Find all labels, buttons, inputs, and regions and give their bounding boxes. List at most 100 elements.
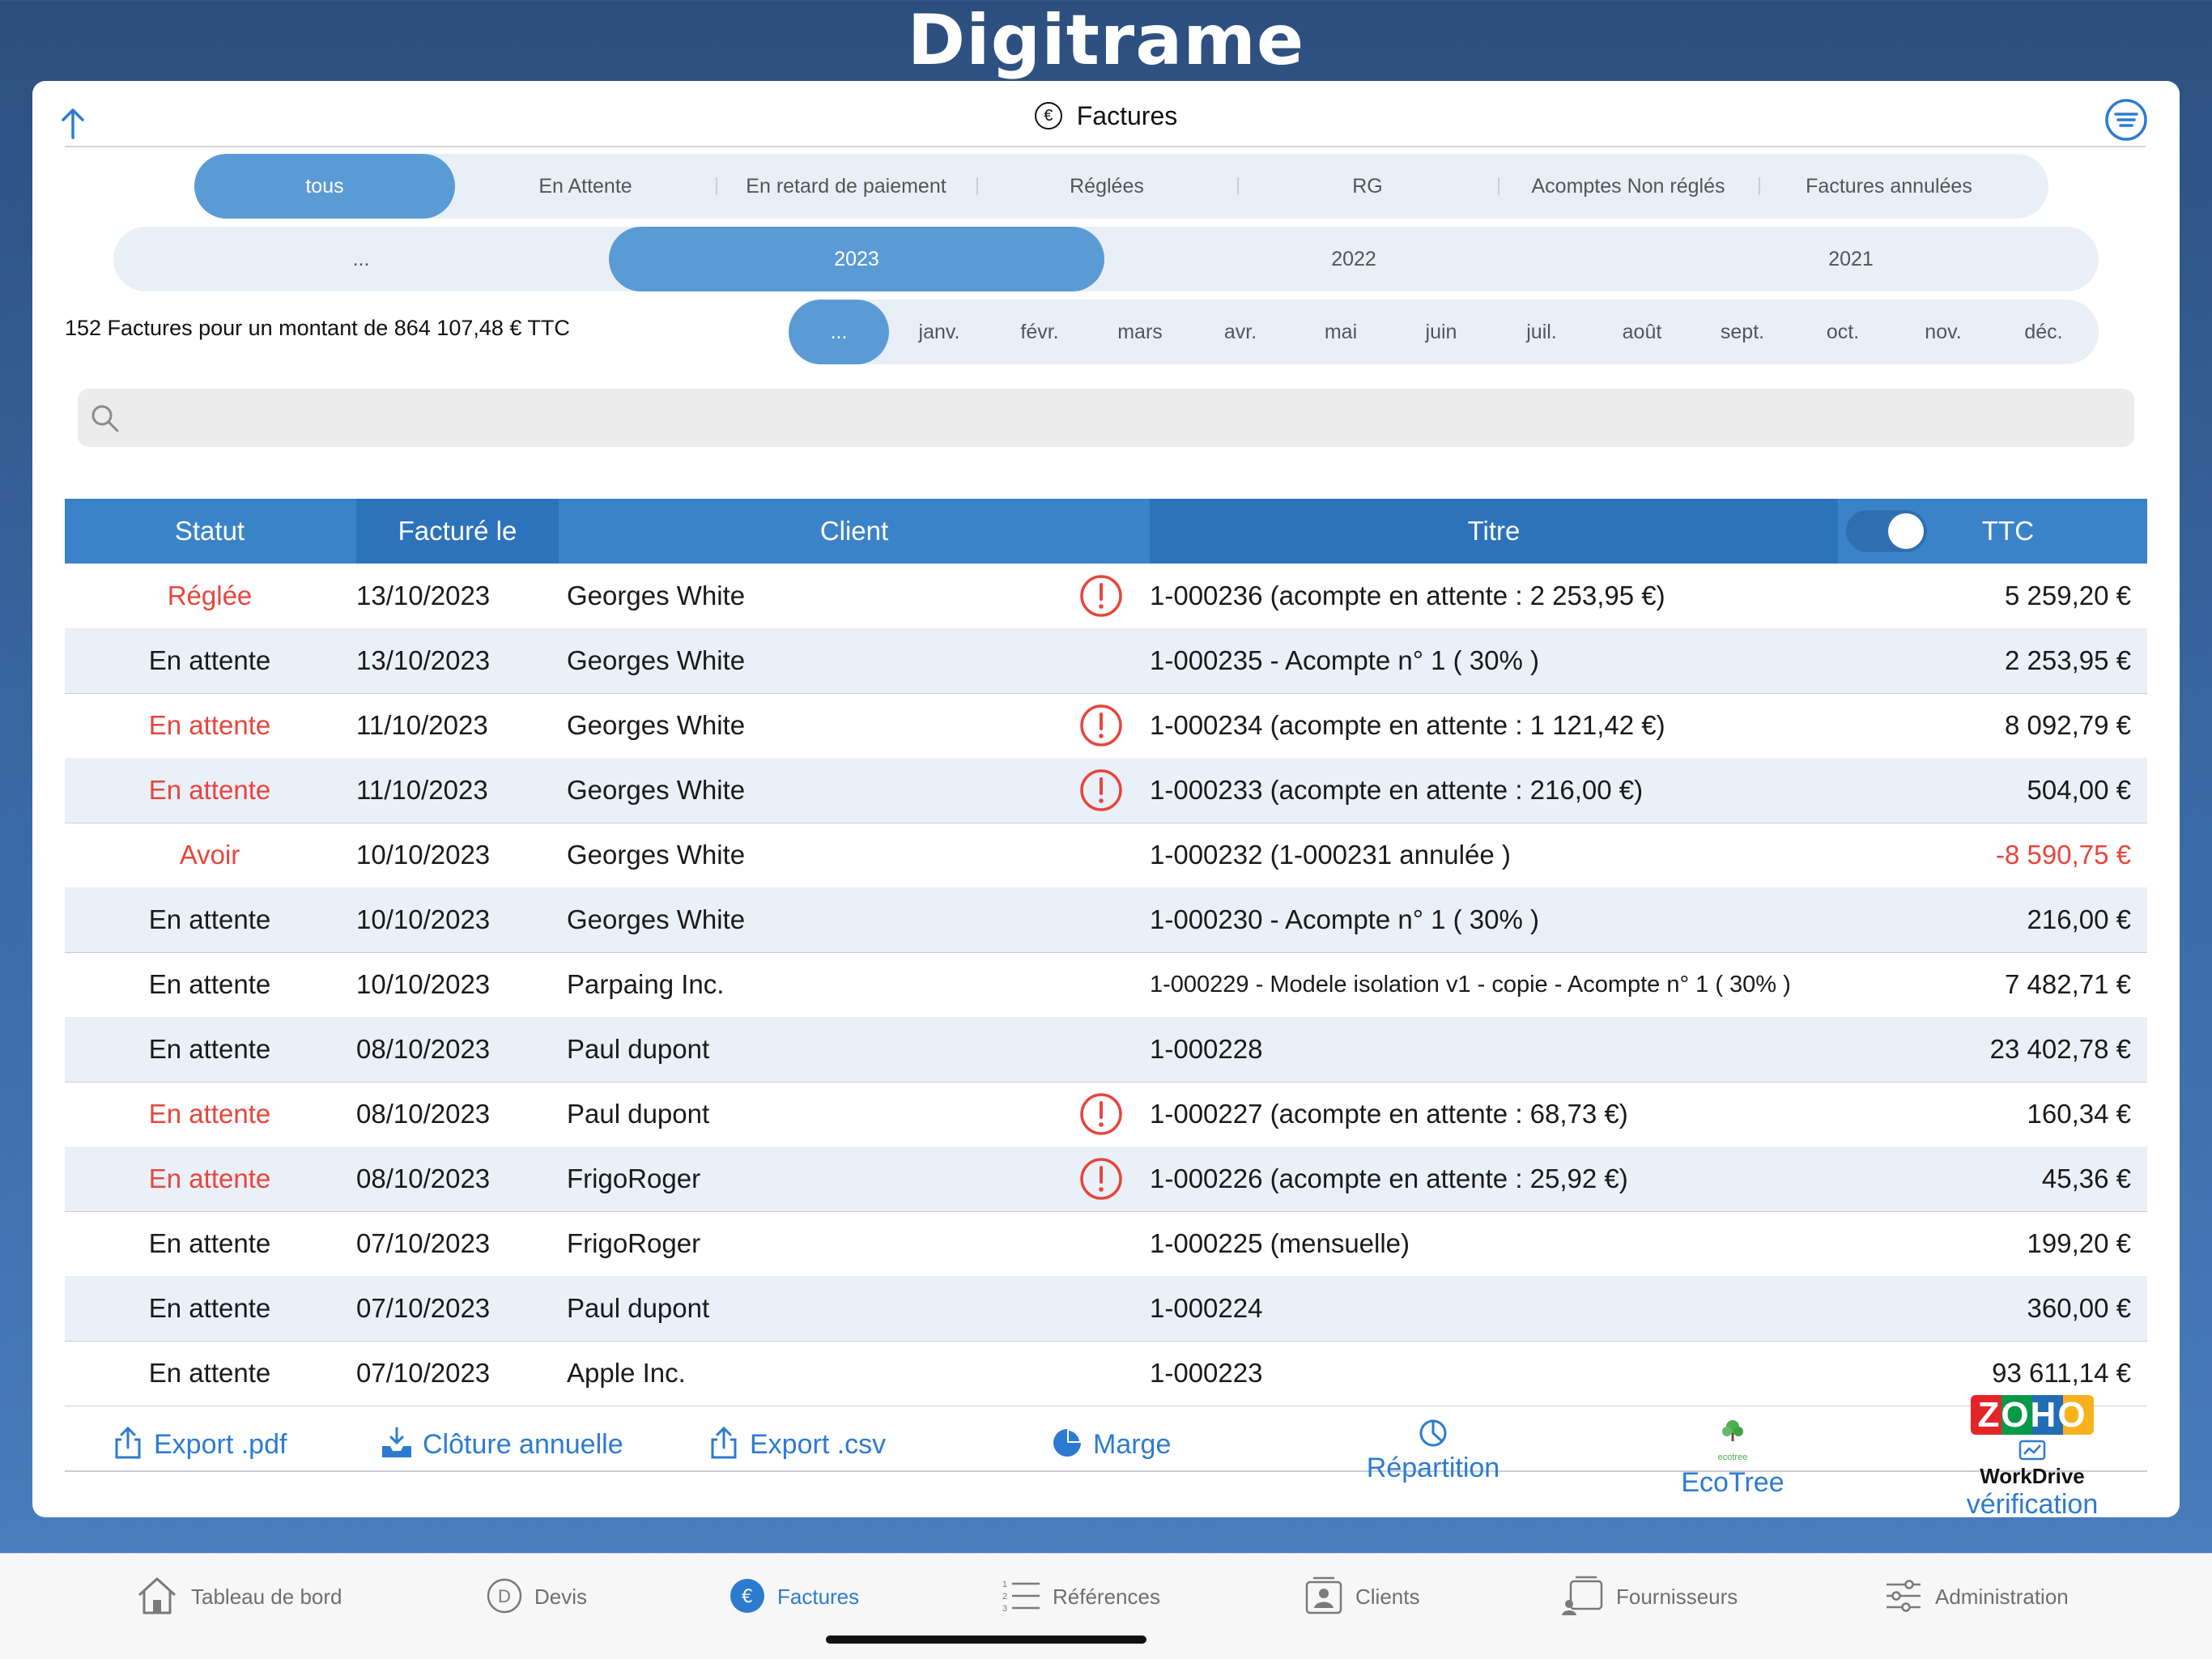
ttc-toggle[interactable] bbox=[1846, 510, 1927, 552]
row-client: Georges White bbox=[567, 904, 746, 934]
repartition-button[interactable]: Répartition bbox=[1352, 1417, 1514, 1484]
warning-icon[interactable] bbox=[1078, 768, 1124, 813]
row-status: En attente bbox=[148, 969, 271, 999]
ecotree-button[interactable]: ecotree EcoTree bbox=[1652, 1417, 1814, 1499]
tab-devis[interactable]: D Devis bbox=[486, 1576, 587, 1617]
share-export-icon bbox=[711, 1426, 737, 1459]
month-tab-janv[interactable]: janv. bbox=[889, 300, 989, 364]
sliders-icon bbox=[1887, 1580, 1921, 1612]
status-tab-en-retard[interactable]: En retard de paiement bbox=[716, 154, 976, 219]
warning-icon[interactable] bbox=[1078, 1156, 1124, 1202]
header-ttc[interactable]: TTC bbox=[1927, 499, 2089, 564]
header-client[interactable]: Client bbox=[559, 499, 1150, 564]
marge-button[interactable]: Marge bbox=[1049, 1428, 1171, 1464]
month-tab-avr[interactable]: avr. bbox=[1190, 300, 1291, 364]
month-tab-nov[interactable]: nov. bbox=[1893, 300, 1993, 364]
row-date: 11/10/2023 bbox=[356, 775, 488, 805]
table-row[interactable]: En attente 11/10/2023 Georges White 1-00… bbox=[65, 693, 2147, 759]
row-status: En attente bbox=[148, 1099, 271, 1129]
row-ttc: 360,00 € bbox=[2027, 1293, 2131, 1323]
table-row[interactable]: Réglée 13/10/2023 Georges White 1-000236… bbox=[65, 564, 2147, 629]
tab-clients[interactable]: Clients bbox=[1304, 1576, 1419, 1617]
header-facture-le[interactable]: Facturé le bbox=[356, 499, 559, 564]
zoho-logo-text: ZOHO bbox=[1971, 1395, 2094, 1435]
ecotree-logo-text: ecotree bbox=[1717, 1453, 1748, 1462]
month-filter: ... janv. févr. mars avr. mai juin juil.… bbox=[789, 300, 2099, 364]
marge-label: Marge bbox=[1093, 1428, 1172, 1460]
pie-chart-icon bbox=[1053, 1429, 1081, 1457]
header-titre[interactable]: Titre bbox=[1150, 499, 1838, 564]
row-ttc: 45,36 € bbox=[2041, 1163, 2131, 1193]
export-csv-button[interactable]: Export .csv bbox=[706, 1426, 887, 1464]
export-csv-label: Export .csv bbox=[750, 1428, 887, 1460]
month-tab-dec[interactable]: déc. bbox=[1993, 300, 2094, 364]
table-row[interactable]: Avoir 10/10/2023 Georges White 1-000232 … bbox=[65, 823, 2147, 888]
status-tab-reglees[interactable]: Réglées bbox=[976, 154, 1237, 219]
status-tab-en-attente[interactable]: En Attente bbox=[455, 154, 716, 219]
table-row[interactable]: En attente 11/10/2023 Georges White 1-00… bbox=[65, 758, 2147, 823]
tab-references[interactable]: 1 2 3 Références bbox=[1001, 1576, 1160, 1617]
app-brand-logo: Digitrame bbox=[907, 0, 1305, 81]
export-pdf-button[interactable]: Export .pdf bbox=[110, 1426, 287, 1464]
cloture-annuelle-button[interactable]: Clôture annuelle bbox=[379, 1427, 623, 1464]
tab-administration[interactable]: Administration bbox=[1883, 1576, 2069, 1617]
tab-label: Références bbox=[1053, 1585, 1160, 1609]
row-status: En attente bbox=[148, 1293, 271, 1323]
invoices-summary: 152 Factures pour un montant de 864 107,… bbox=[65, 316, 570, 340]
house-icon bbox=[138, 1577, 177, 1614]
table-row[interactable]: En attente 08/10/2023 Paul dupont 1-0002… bbox=[65, 1017, 2147, 1083]
month-tab-oct[interactable]: oct. bbox=[1793, 300, 1893, 364]
row-title: 1-000225 (mensuelle) bbox=[1150, 1228, 1410, 1258]
table-row[interactable]: En attente 08/10/2023 Paul dupont 1-0002… bbox=[65, 1082, 2147, 1147]
row-client: Georges White bbox=[567, 710, 746, 740]
row-title: 1-000232 (1-000231 annulée ) bbox=[1150, 840, 1511, 870]
tab-tableau-de-bord[interactable]: Tableau de bord bbox=[134, 1576, 342, 1617]
row-ttc: 8 092,79 € bbox=[2005, 710, 2131, 740]
row-title: 1-000235 - Acompte n° 1 ( 30% ) bbox=[1150, 645, 1539, 675]
month-tab-more[interactable]: ... bbox=[789, 300, 889, 364]
row-date: 11/10/2023 bbox=[356, 710, 488, 740]
year-tab-2021[interactable]: 2021 bbox=[1603, 227, 2099, 291]
month-tab-fevr[interactable]: févr. bbox=[989, 300, 1090, 364]
tab-fournisseurs[interactable]: Fournisseurs bbox=[1559, 1576, 1738, 1617]
euro-circle-icon: € bbox=[1034, 101, 1062, 130]
status-tab-acomptes[interactable]: Acomptes Non réglés bbox=[1498, 154, 1759, 219]
tab-factures[interactable]: € Factures bbox=[729, 1576, 859, 1617]
row-status: En attente bbox=[148, 1358, 271, 1388]
year-tab-more[interactable]: ... bbox=[113, 227, 609, 291]
warning-icon[interactable] bbox=[1078, 1091, 1124, 1137]
table-row[interactable]: En attente 07/10/2023 Paul dupont 1-0002… bbox=[65, 1276, 2147, 1342]
header-divider bbox=[65, 146, 2146, 147]
row-ttc: 504,00 € bbox=[2027, 775, 2131, 805]
header-statut[interactable]: Statut bbox=[65, 499, 355, 564]
row-date: 13/10/2023 bbox=[356, 581, 491, 610]
zoho-logo: ZOHO bbox=[1935, 1395, 2129, 1435]
warning-icon[interactable] bbox=[1078, 573, 1124, 619]
month-tab-mars[interactable]: mars bbox=[1090, 300, 1190, 364]
tab-label: Fournisseurs bbox=[1616, 1585, 1738, 1609]
status-tab-annulees[interactable]: Factures annulées bbox=[1759, 154, 2019, 219]
table-row[interactable]: En attente 07/10/2023 FrigoRoger 1-00022… bbox=[65, 1211, 2147, 1277]
zoho-workdrive-button[interactable]: ZOHO WorkDrive vérification bbox=[1935, 1395, 2129, 1517]
search-input[interactable] bbox=[134, 395, 2121, 440]
year-tab-2022[interactable]: 2022 bbox=[1106, 227, 1602, 291]
table-row[interactable]: En attente 13/10/2023 Georges White 1-00… bbox=[65, 628, 2147, 694]
table-row[interactable]: En attente 10/10/2023 Parpaing Inc. 1-00… bbox=[65, 952, 2147, 1018]
month-tab-mai[interactable]: mai bbox=[1291, 300, 1391, 364]
table-row[interactable]: En attente 10/10/2023 Georges White 1-00… bbox=[65, 887, 2147, 953]
status-tab-tous[interactable]: tous bbox=[194, 154, 455, 219]
filter-menu-icon[interactable] bbox=[2104, 97, 2149, 143]
table-row[interactable]: En attente 07/10/2023 Apple Inc. 1-00022… bbox=[65, 1341, 2147, 1406]
ecotree-logo-icon bbox=[1722, 1420, 1743, 1441]
status-tab-rg[interactable]: RG bbox=[1237, 154, 1498, 219]
row-date: 08/10/2023 bbox=[356, 1099, 491, 1129]
month-tab-juin[interactable]: juin bbox=[1391, 300, 1491, 364]
table-row[interactable]: En attente 08/10/2023 FrigoRoger 1-00022… bbox=[65, 1146, 2147, 1212]
warning-icon[interactable] bbox=[1078, 703, 1124, 748]
row-status: En attente bbox=[148, 1228, 271, 1258]
month-tab-juil[interactable]: juil. bbox=[1491, 300, 1592, 364]
export-pdf-label: Export .pdf bbox=[154, 1428, 287, 1460]
month-tab-sept[interactable]: sept. bbox=[1692, 300, 1793, 364]
month-tab-aout[interactable]: août bbox=[1592, 300, 1692, 364]
year-tab-2023[interactable]: 2023 bbox=[609, 227, 1104, 291]
